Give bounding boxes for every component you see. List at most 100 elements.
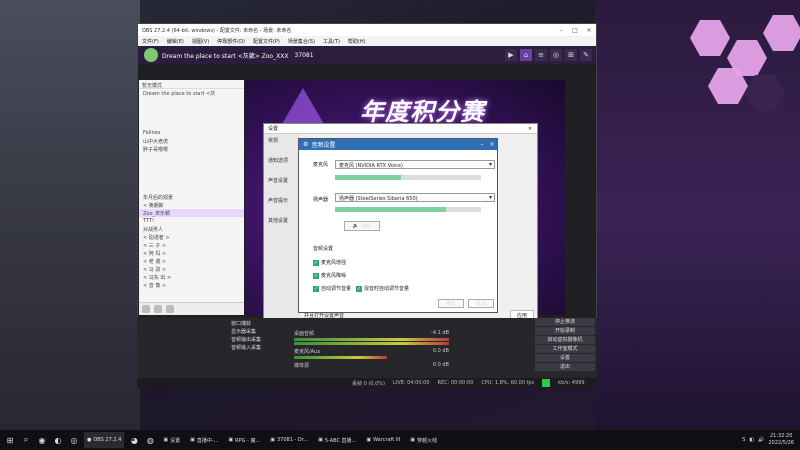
clock[interactable]: 21:32:20 2022/5/26 (768, 433, 794, 447)
settings-section-notify[interactable]: 通知选项 (264, 154, 300, 174)
speaker-level-fill (335, 207, 446, 212)
mixer-channel: 桌面音频 -4.1 dB (294, 330, 449, 337)
studio-mode-button[interactable]: 工作室模式 (535, 345, 595, 353)
taskbar-item-cf[interactable]: ▣ 穿越火线 (407, 432, 440, 448)
viewer-count: 37081 (294, 51, 314, 59)
taskbar-item-abc[interactable]: ▣ 5-ABC 直播... (315, 432, 359, 448)
source-item[interactable]: 音频输出采集 (219, 336, 289, 344)
app-icon: ▣ (318, 437, 323, 443)
speaker-device-select[interactable]: 扬声器 (SteelSeries Siberia 650) (335, 193, 495, 202)
play-icon[interactable]: ▶ (505, 49, 517, 61)
mic-device-select[interactable]: 麦克风 (NVIDIA RTX Voice) (335, 160, 495, 169)
desktop-wallpaper-right (595, 0, 800, 430)
cpu-usage: CPU: 1.8%, 60.00 fps (481, 380, 535, 386)
start-recording-button[interactable]: 开始录制 (535, 327, 595, 335)
option-noise-reduce[interactable]: ✓ 麦克风降噪 (313, 272, 346, 279)
headset-icon[interactable]: ◉ (36, 434, 48, 446)
settings-button[interactable]: 设置 (535, 354, 595, 362)
source-item[interactable]: 音频输入采集 (219, 344, 289, 352)
chat-message: < 三 子 > (143, 243, 167, 249)
close-icon[interactable]: × (582, 27, 596, 34)
exit-button[interactable]: 退出 (535, 363, 595, 371)
dialog-ok-button[interactable]: 确定 (438, 299, 464, 308)
app-icon: ▣ (410, 437, 415, 443)
menu-docks[interactable]: 停靠部件(D) (213, 38, 249, 45)
gamepad-icon[interactable]: ◎ (550, 49, 562, 61)
dialog-cancel-button[interactable]: 取消 (468, 299, 494, 308)
gift-icon[interactable] (154, 305, 162, 313)
taskbar-item-settings[interactable]: ▣ 设置 (160, 432, 183, 448)
settings-close-icon[interactable]: × (523, 126, 537, 132)
rec-time: REC: 00:00:00 (437, 380, 474, 386)
settings-section-general[interactable]: 常规 (264, 134, 300, 154)
menu-profile[interactable]: 配置文件(P) (249, 38, 284, 45)
option-auto-volume[interactable]: ✓ 自动调节音量 (313, 285, 351, 292)
live-time: LIVE: 04:00:00 (392, 380, 430, 386)
settings-titlebar: 设置 × (264, 124, 537, 134)
search-icon[interactable]: ⌕ (20, 434, 32, 446)
chat-message: Zoo_宋乐颖 (139, 209, 244, 217)
source-item[interactable]: 显示器采集 (219, 328, 289, 336)
test-audio-button[interactable]: 🔈 试听 (344, 221, 380, 231)
menu-view[interactable]: 视图(V) (188, 38, 213, 45)
system-tray: S ◧ 🔊 21:32:20 2022/5/26 (742, 433, 800, 447)
checkbox-checked-icon: ✓ (313, 259, 319, 266)
taskbar-item-obs[interactable]: ● OBS 27.2.4 (84, 432, 125, 448)
taskbar-item-live[interactable]: ▣ 直播中-... (187, 432, 221, 448)
stream-header: Dream the place to start <灰葳> Zoo_XXX 37… (138, 46, 596, 64)
option-label: 自动调节音量 (321, 286, 352, 292)
mic-volume-slider[interactable] (335, 175, 481, 180)
browser-icon[interactable]: ◎ (68, 434, 80, 446)
mic-label: 麦克风 (313, 162, 329, 168)
settings-section-sound[interactable]: 声音设置 (264, 174, 300, 194)
minimize-icon[interactable]: – (477, 141, 487, 148)
home-icon[interactable]: ⌂ (520, 49, 532, 61)
settings-title: 设置 (268, 126, 279, 132)
option-mix-auto-volume[interactable]: ✓ 混音时自动调节音量 (356, 285, 409, 292)
speaker-icon: 🔈 (352, 223, 360, 229)
chat-list: Dream the place to start <灰 Felines 山中大老虎胖… (139, 89, 244, 289)
windows-start-icon[interactable]: ⊞ (4, 434, 16, 446)
ime-icon[interactable]: S (742, 437, 745, 443)
maximize-icon[interactable]: □ (568, 27, 582, 34)
close-icon[interactable]: × (487, 141, 497, 148)
option-mic-boost[interactable]: ✓ 麦克风增强 (313, 259, 346, 266)
taskbar: ⊞ ⌕ ◉ ◐ ◎ ● OBS 27.2.4 ◕ ◍ ▣ 设置 ▣ 直播中-... ▣… (0, 430, 800, 450)
mixer-channel: 麦克风/Aux 0.0 dB (294, 348, 449, 355)
crop-icon[interactable]: ⊞ (565, 49, 577, 61)
emoji-icon[interactable] (142, 305, 150, 313)
settings-section-other[interactable]: 其他设置 (264, 214, 300, 234)
menu-tools[interactable]: 工具(T) (319, 38, 344, 45)
app-icon: ▣ (163, 437, 169, 443)
steam-icon[interactable]: ◐ (52, 434, 64, 446)
menu-scene-collection[interactable]: 场景集合(S) (284, 38, 319, 45)
minimize-icon[interactable]: – (554, 27, 568, 34)
settings-section-tips[interactable]: 声音提示 (264, 194, 300, 214)
chat-header[interactable]: 暂无模式 (139, 80, 244, 89)
taskbar-item-label: 直播中-... (196, 437, 219, 444)
menu-help[interactable]: 帮助(H) (344, 38, 370, 45)
chrome-icon[interactable]: ◕ (128, 434, 140, 446)
menu-file[interactable]: 文件(F) (138, 38, 163, 45)
pin-icon[interactable]: ✎ (580, 49, 592, 61)
chat-message (139, 113, 244, 121)
option-label: 麦克风降噪 (321, 273, 347, 279)
speaker-volume-slider[interactable] (335, 207, 481, 212)
taskbar-item-warcraft[interactable]: ▣ Warcraft III (363, 432, 403, 448)
virtual-camera-button[interactable]: 启动虚拟摄像机 (535, 336, 595, 344)
list-icon[interactable]: ≡ (535, 49, 547, 61)
volume-icon[interactable]: 🔊 (758, 437, 764, 443)
taskbar-item-label: 5-ABC 直播... (324, 437, 357, 444)
wechat-icon[interactable]: ◍ (144, 434, 156, 446)
taskbar-item-stream[interactable]: ▣ 37081 - Dr... (267, 432, 311, 448)
source-item[interactable]: 窗口捕获 (219, 320, 289, 328)
settings-icon[interactable] (166, 305, 174, 313)
network-icon[interactable]: ◧ (749, 437, 754, 443)
chat-message: 对战男人 (143, 227, 164, 233)
taskbar-item-rpg[interactable]: ▣ RPG - 魔... (225, 432, 263, 448)
obs-icon: ● (87, 437, 92, 443)
stop-streaming-button[interactable]: 停止推流 (535, 318, 595, 326)
menu-edit[interactable]: 编辑(E) (163, 38, 188, 45)
taskbar-item-label: 设置 (170, 437, 181, 444)
speaker-label: 扬声器 (313, 197, 329, 203)
